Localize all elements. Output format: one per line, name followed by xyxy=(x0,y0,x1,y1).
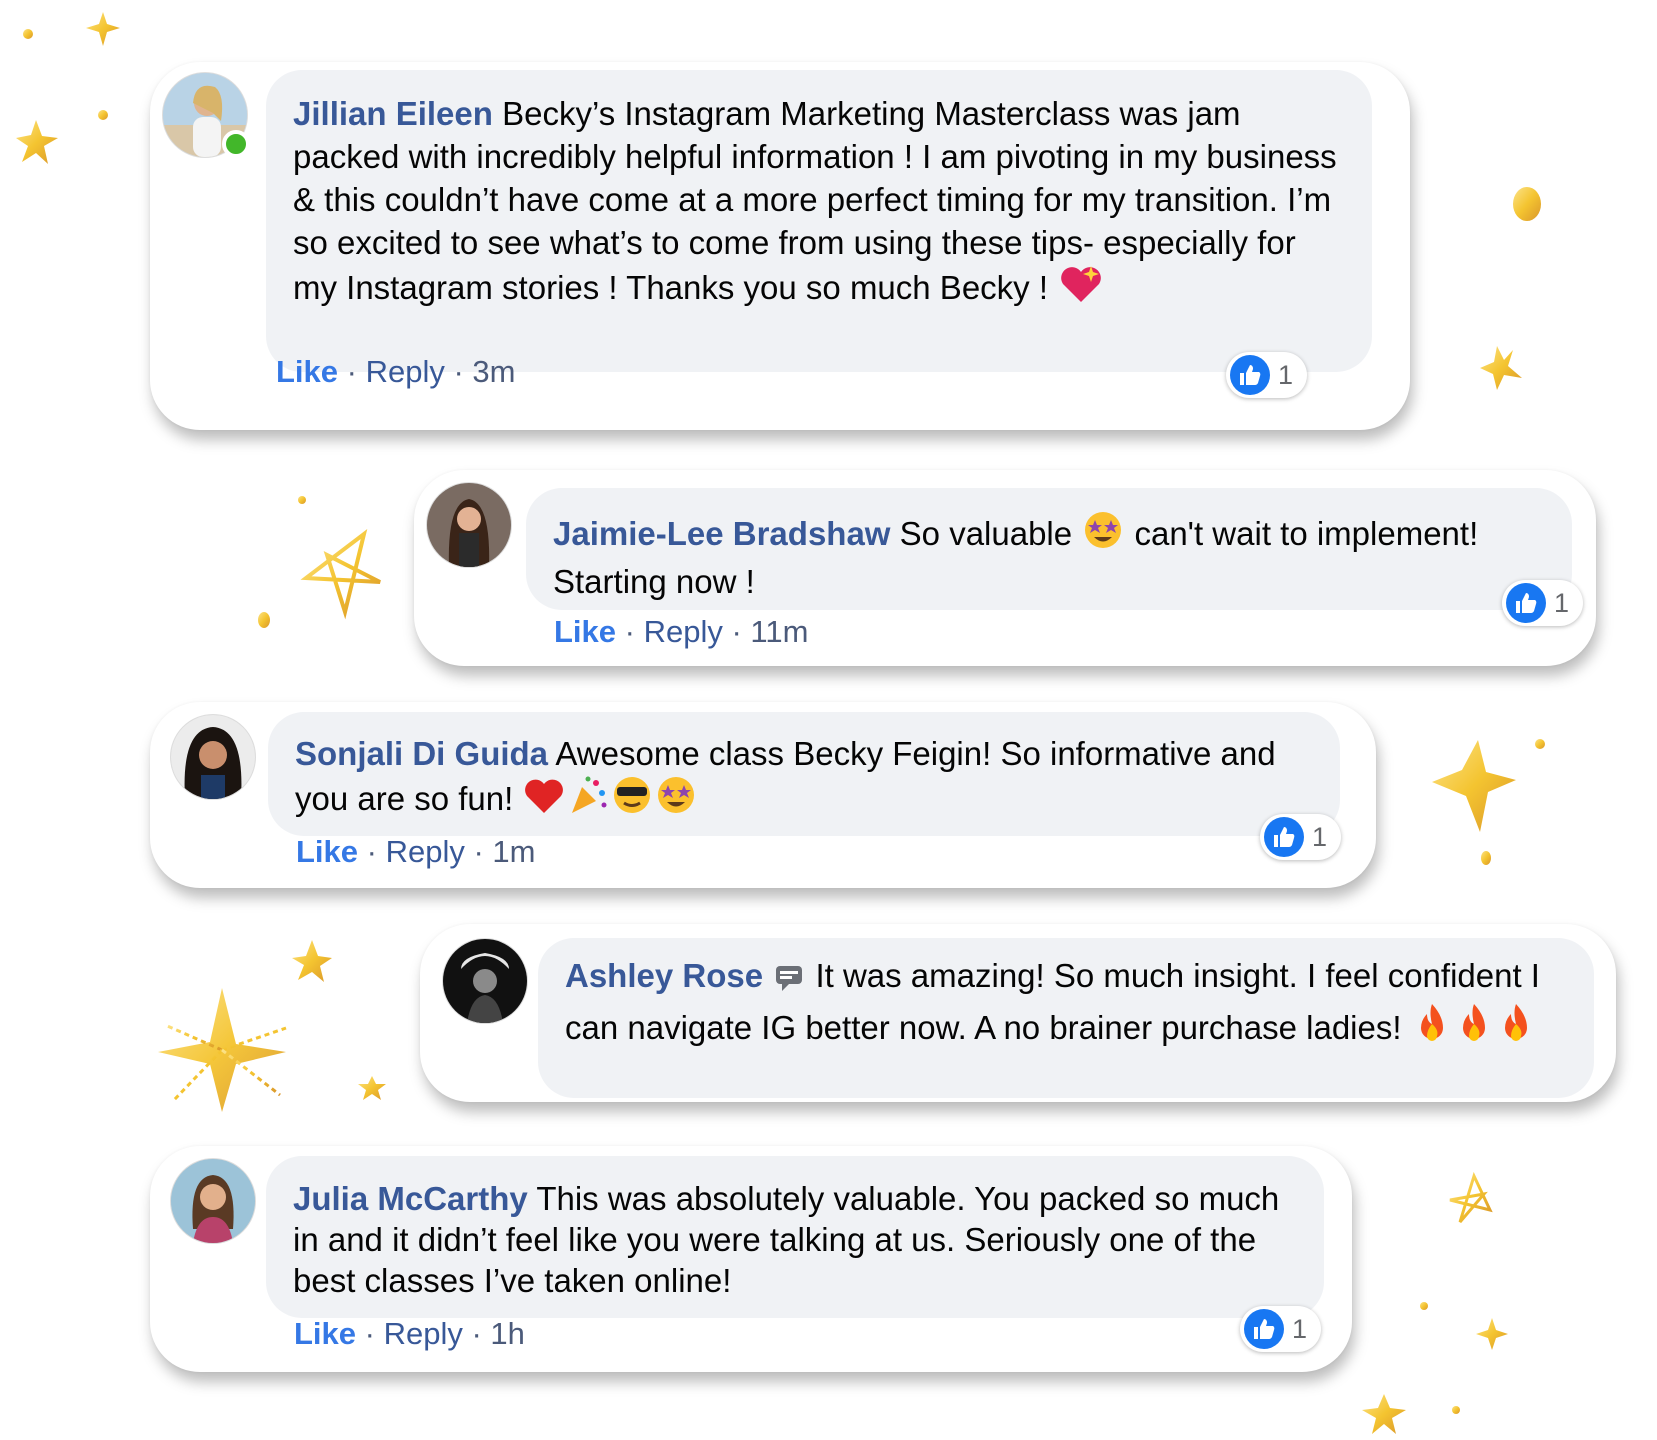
comment-bubble: Jillian Eileen Becky’s Instagram Marketi… xyxy=(266,70,1372,372)
reaction-number: 1 xyxy=(1554,587,1570,618)
star-struck-icon xyxy=(1083,510,1123,560)
reply-button[interactable]: Reply xyxy=(384,1316,463,1351)
thumbs-up-icon xyxy=(1230,355,1270,395)
comment-actions: Like · Reply · 3m xyxy=(276,354,516,390)
like-button[interactable]: Like xyxy=(554,614,616,649)
reaction-number: 1 xyxy=(1278,359,1294,390)
separator: · xyxy=(731,614,751,649)
comment-card: Sonjali Di Guida Awesome class Becky Fei… xyxy=(150,702,1376,888)
comment-author[interactable]: Ashley Rose xyxy=(565,957,763,994)
separator: · xyxy=(473,834,493,869)
comment-author[interactable]: Julia McCarthy xyxy=(293,1180,528,1217)
reply-button[interactable]: Reply xyxy=(644,614,723,649)
reaction-number: 1 xyxy=(1292,1313,1308,1344)
star-cluster-right-top xyxy=(1480,187,1541,390)
like-button[interactable]: Like xyxy=(294,1316,356,1351)
comment-author[interactable]: Sonjali Di Guida xyxy=(295,735,548,772)
separator: · xyxy=(364,1316,384,1351)
separator: · xyxy=(471,1316,491,1351)
fire-icon xyxy=(1413,1002,1451,1054)
comment-author[interactable]: Jillian Eileen xyxy=(293,95,493,132)
reply-button[interactable]: Reply xyxy=(366,354,445,389)
comment-card: Jillian Eileen Becky’s Instagram Marketi… xyxy=(150,62,1410,430)
comment-bubble: Julia McCarthy This was absolutely valua… xyxy=(266,1156,1324,1318)
reaction-count[interactable]: 1 xyxy=(1226,352,1308,398)
red-heart-icon xyxy=(524,777,564,825)
star-cluster-top-left xyxy=(16,12,120,164)
star-dots-left-mid xyxy=(258,496,306,628)
comment-author[interactable]: Jaimie-Lee Bradshaw xyxy=(553,515,890,552)
star-cluster-right-mid xyxy=(1432,739,1545,865)
thumbs-up-icon xyxy=(1506,583,1546,623)
sparkle-rays-left-low xyxy=(164,1023,287,1102)
thumbs-up-icon xyxy=(1244,1309,1284,1349)
timestamp: 3m xyxy=(472,354,516,389)
timestamp: 11m xyxy=(750,614,809,649)
avatar[interactable] xyxy=(170,714,256,800)
reaction-number: 1 xyxy=(1312,821,1328,852)
star-struck-icon xyxy=(656,775,696,825)
like-button[interactable]: Like xyxy=(276,354,338,389)
like-button[interactable]: Like xyxy=(296,834,358,869)
star-cluster-right-low xyxy=(1362,1171,1508,1434)
reaction-count[interactable]: 1 xyxy=(1502,580,1584,626)
sunglasses-face-icon xyxy=(612,775,652,825)
comment-bubble: Jaimie-Lee Bradshaw So valuable can't wa… xyxy=(526,488,1572,610)
comment-bubble: Sonjali Di Guida Awesome class Becky Fei… xyxy=(268,712,1340,836)
star-cluster-left-mid xyxy=(300,529,381,620)
comment-bubble: Ashley Rose It was amazing! So much insi… xyxy=(538,938,1594,1098)
star-cluster-left-low xyxy=(158,940,386,1112)
speech-bubble-icon xyxy=(774,959,804,1002)
sparkling-heart-icon xyxy=(1059,264,1103,314)
comment-text: So valuable xyxy=(899,515,1073,552)
separator: · xyxy=(346,354,366,389)
avatar[interactable] xyxy=(442,938,528,1024)
comment-actions: Like · Reply · 11m xyxy=(554,614,808,650)
fire-icon xyxy=(1455,1002,1493,1054)
avatar[interactable] xyxy=(426,482,512,568)
timestamp: 1m xyxy=(492,834,536,869)
fire-icon xyxy=(1497,1002,1535,1054)
separator: · xyxy=(453,354,473,389)
separator: · xyxy=(624,614,644,649)
party-popper-icon xyxy=(568,775,608,825)
separator: · xyxy=(366,834,386,869)
reaction-count[interactable]: 1 xyxy=(1260,814,1342,860)
timestamp: 1h xyxy=(490,1316,525,1351)
thumbs-up-icon xyxy=(1264,817,1304,857)
reaction-count[interactable]: 1 xyxy=(1240,1306,1322,1352)
comment-card: Ashley Rose It was amazing! So much insi… xyxy=(420,924,1616,1102)
avatar[interactable] xyxy=(170,1158,256,1244)
comment-actions: Like · Reply · 1m xyxy=(296,834,536,870)
online-status-icon xyxy=(222,130,250,158)
reply-button[interactable]: Reply xyxy=(386,834,465,869)
comment-actions: Like · Reply · 1h xyxy=(294,1316,525,1352)
comment-card: Julia McCarthy This was absolutely valua… xyxy=(150,1146,1352,1372)
comment-card: Jaimie-Lee Bradshaw So valuable can't wa… xyxy=(414,470,1596,666)
